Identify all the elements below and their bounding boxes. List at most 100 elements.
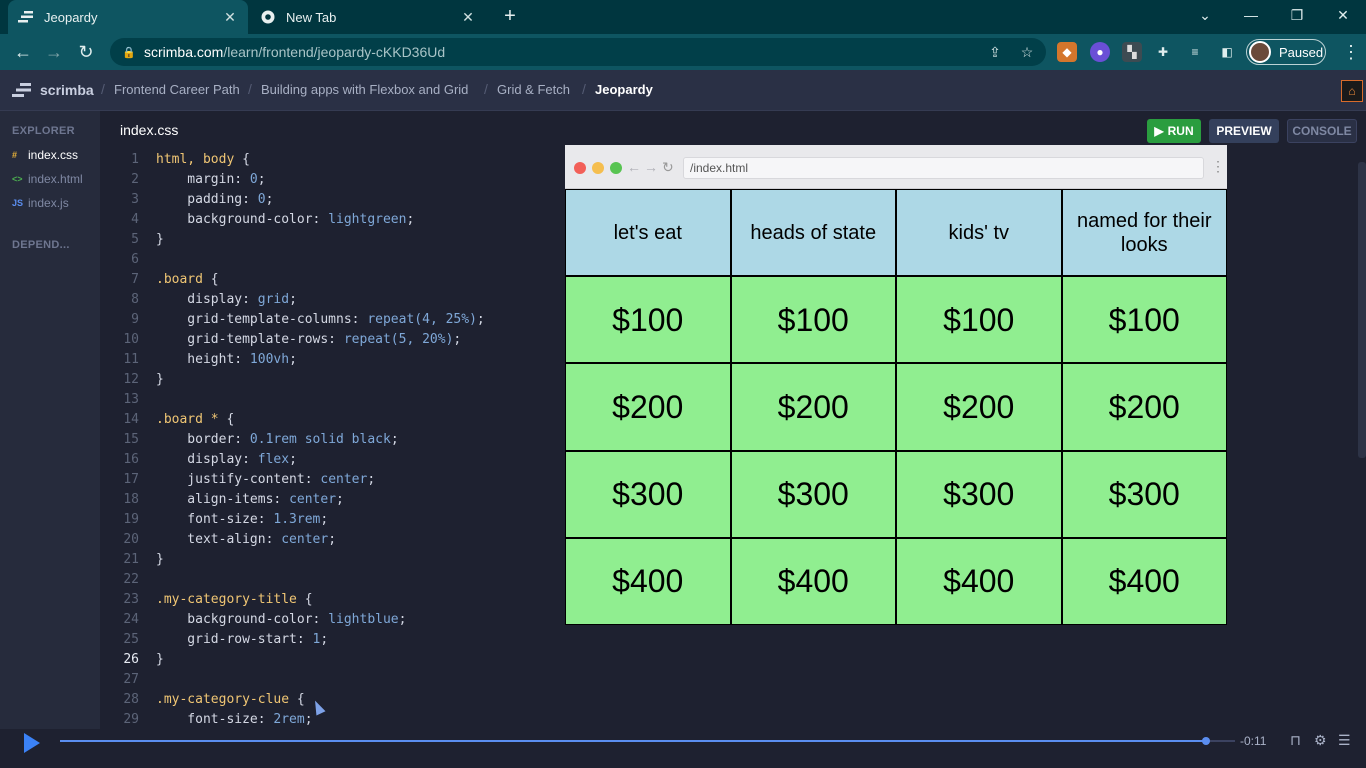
breadcrumb-frontend-career-path[interactable]: Frontend Career Path <box>114 82 240 97</box>
code-line[interactable]: 26} <box>112 650 485 670</box>
side-panel-icon[interactable]: ◧ <box>1217 42 1237 62</box>
dependencies-heading[interactable]: DEPEND... <box>12 239 70 251</box>
run-button[interactable]: ▶ RUN <box>1147 119 1201 143</box>
code-line[interactable]: 7 .board { <box>112 270 485 290</box>
scrimba-logo[interactable]: scrimba <box>12 82 94 98</box>
code-line[interactable]: 29 font-size: 2rem; <box>112 710 485 730</box>
close-dot-icon[interactable] <box>574 162 586 174</box>
ghost-extension-icon[interactable]: ● <box>1090 42 1110 62</box>
code-line[interactable]: 11 height: 100vh; <box>112 350 485 370</box>
code-line[interactable]: 15 border: 0.1rem solid black; <box>112 430 485 450</box>
code-line[interactable]: 22 <box>112 570 485 590</box>
code-line[interactable]: 8 display: grid; <box>112 290 485 310</box>
clue-cell[interactable]: $200 <box>565 363 731 451</box>
category-title: kids' tv <box>896 189 1062 277</box>
minimize-button[interactable]: — <box>1228 0 1274 30</box>
clue-cell[interactable]: $100 <box>1061 276 1227 364</box>
code-line[interactable]: 14 .board * { <box>112 410 485 430</box>
zoom-dot-icon[interactable] <box>610 162 622 174</box>
code-line[interactable]: 6 <box>112 250 485 270</box>
clue-cell[interactable]: $100 <box>730 276 896 364</box>
code-line[interactable]: 3 padding: 0; <box>112 190 485 210</box>
tab-search-icon[interactable]: ⌄ <box>1182 0 1228 30</box>
user-avatar[interactable]: ⌂ <box>1341 80 1363 102</box>
code-line[interactable]: 20 text-align: center; <box>112 530 485 550</box>
code-line[interactable]: 19 font-size: 1.3rem; <box>112 510 485 530</box>
preview-reload-icon[interactable]: ↻ <box>662 159 674 176</box>
code-line[interactable]: 13 <box>112 390 485 410</box>
close-tab-icon[interactable]: ✕ <box>222 9 238 26</box>
code-line[interactable]: 10 grid-template-rows: repeat(5, 20%); <box>112 330 485 350</box>
line-number: 23 <box>123 592 139 607</box>
code-line[interactable]: 18 align-items: center; <box>112 490 485 510</box>
reload-icon[interactable]: ↻ <box>75 41 97 63</box>
share-icon[interactable]: ⇪ <box>986 43 1004 61</box>
code-line[interactable]: 9 grid-template-columns: repeat(4, 25%); <box>112 310 485 330</box>
menu-lines-icon[interactable]: ☰ <box>1338 732 1351 749</box>
new-tab-button[interactable]: + <box>500 6 520 28</box>
clue-cell[interactable]: $200 <box>1061 363 1227 451</box>
editor-scrollbar[interactable] <box>1358 162 1366 458</box>
code-line[interactable]: 1 html, body { <box>112 150 485 170</box>
progress-track[interactable] <box>60 740 1235 742</box>
clue-cell[interactable]: $400 <box>1061 537 1227 625</box>
clue-cell[interactable]: $300 <box>1061 450 1227 538</box>
settings-gear-icon[interactable]: ⚙ <box>1314 732 1327 749</box>
code-line[interactable]: 4 background-color: lightgreen; <box>112 210 485 230</box>
preview-forward-icon[interactable]: → <box>644 159 658 175</box>
preview-back-icon[interactable]: ← <box>627 159 641 175</box>
play-icon: ▶ <box>1154 124 1164 138</box>
clue-cell[interactable]: $400 <box>896 537 1062 625</box>
media-queue-icon[interactable]: ≡ <box>1185 42 1205 62</box>
clue-cell[interactable]: $200 <box>896 363 1062 451</box>
clue-cell[interactable]: $300 <box>730 450 896 538</box>
bookmark-icon[interactable]: ⊓ <box>1290 732 1301 749</box>
code-line[interactable]: 5} <box>112 230 485 250</box>
forward-icon[interactable]: → <box>43 41 65 63</box>
menu-icon[interactable]: ⋮ <box>1340 41 1362 63</box>
file-index-html[interactable]: <> index.html <box>12 172 83 186</box>
code-token: 2rem <box>273 712 305 727</box>
close-window-button[interactable]: ✕ <box>1320 0 1366 30</box>
bookmark-star-icon[interactable]: ☆ <box>1018 43 1036 61</box>
clue-cell[interactable]: $400 <box>565 537 731 625</box>
extension-icon[interactable]: ▚ <box>1122 42 1142 62</box>
play-icon[interactable] <box>24 733 40 753</box>
breadcrumb-grid-fetch[interactable]: Grid & Fetch <box>497 82 570 97</box>
code-line[interactable]: 25 grid-row-start: 1; <box>112 630 485 650</box>
code-line[interactable]: 16 display: flex; <box>112 450 485 470</box>
code-lines[interactable]: 1 html, body {2 margin: 0; 3 padding: 0; 4 … <box>112 150 485 730</box>
breadcrumb-building-apps[interactable]: Building apps with Flexbox and Grid <box>261 82 468 97</box>
profile-button[interactable]: Paused <box>1246 39 1326 65</box>
minimize-dot-icon[interactable] <box>592 162 604 174</box>
tab-new-tab[interactable]: New Tab ✕ <box>250 0 486 34</box>
preview-more-icon[interactable]: ⋮ <box>1211 158 1225 175</box>
file-index-css[interactable]: # index.css <box>12 148 78 162</box>
extensions-puzzle-icon[interactable]: ✚ <box>1153 42 1173 62</box>
code-line[interactable]: 27 <box>112 670 485 690</box>
code-line[interactable]: 24 background-color: lightblue; <box>112 610 485 630</box>
code-line[interactable]: 17 justify-content: center; <box>112 470 485 490</box>
code-line[interactable]: 21} <box>112 550 485 570</box>
metamask-extension-icon[interactable]: ◆ <box>1057 42 1077 62</box>
file-index-js[interactable]: JS index.js <box>12 196 69 210</box>
clue-cell[interactable]: $100 <box>896 276 1062 364</box>
clue-cell[interactable]: $300 <box>896 450 1062 538</box>
restore-button[interactable]: ❐ <box>1274 0 1320 30</box>
code-line[interactable]: 23 .my-category-title { <box>112 590 485 610</box>
address-bar[interactable]: 🔒 scrimba.com/learn/frontend/jeopardy-cK… <box>110 38 1046 66</box>
progress-handle[interactable] <box>1201 737 1210 745</box>
clue-cell[interactable]: $100 <box>565 276 731 364</box>
clue-cell[interactable]: $200 <box>730 363 896 451</box>
console-button[interactable]: CONSOLE <box>1287 119 1357 143</box>
code-line[interactable]: 2 margin: 0; <box>112 170 485 190</box>
preview-url-field[interactable]: /index.html <box>683 157 1204 179</box>
close-tab-icon[interactable]: ✕ <box>460 9 476 26</box>
code-line[interactable]: 28 .my-category-clue { <box>112 690 485 710</box>
tab-jeopardy[interactable]: Jeopardy ✕ <box>8 0 248 34</box>
back-icon[interactable]: ← <box>12 41 34 63</box>
clue-cell[interactable]: $400 <box>730 537 896 625</box>
code-line[interactable]: 12} <box>112 370 485 390</box>
preview-button[interactable]: PREVIEW <box>1209 119 1279 143</box>
clue-cell[interactable]: $300 <box>565 450 731 538</box>
